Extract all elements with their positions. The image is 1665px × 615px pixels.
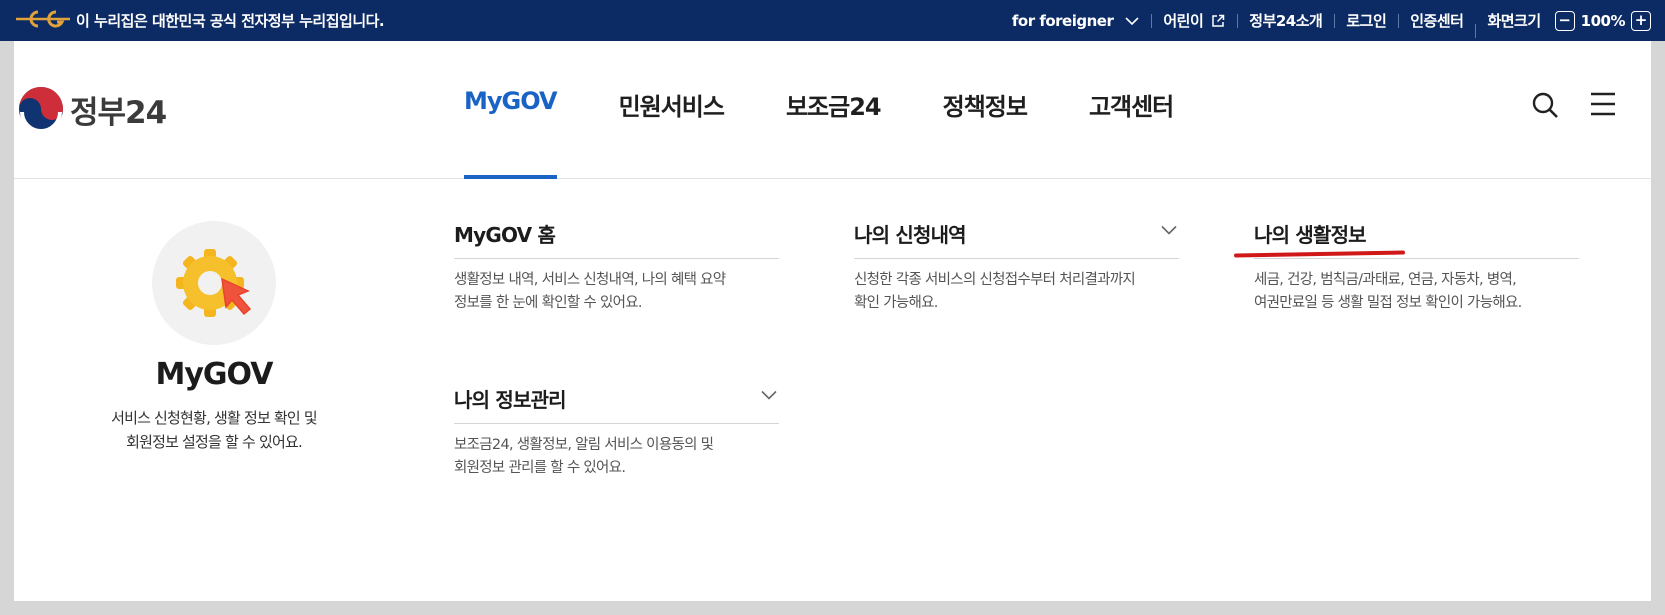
- menu-my-life-info-link[interactable]: 나의 생활정보: [1233, 219, 1579, 259]
- menu-title: MyGOV 홈: [454, 223, 556, 247]
- menu-desc-line: 생활정보 내역, 서비스 신청내역, 나의 혜택 요약: [454, 272, 726, 288]
- zoom-out-button[interactable]: −: [1554, 10, 1575, 31]
- search-icon[interactable]: [1531, 91, 1559, 119]
- mygov-intro: MyGOV 서비스 신청현황, 생활 정보 확인 및 회원정보 설정을 할 수 …: [14, 221, 414, 454]
- hamburger-menu-icon[interactable]: [1589, 91, 1617, 117]
- zoom-control: 화면크기 − 100% +: [1475, 10, 1665, 38]
- gov-banner: 이 누리집은 대한민국 공식 전자정부 누리집입니다. for foreigne…: [0, 0, 1665, 41]
- intro-description: 서비스 신청현황, 생활 정보 확인 및 회원정보 설정을 할 수 있어요.: [14, 406, 414, 454]
- menu-mygov-home: MyGOV 홈 생활정보 내역, 서비스 신청내역, 나의 혜택 요약 정보를 …: [454, 219, 779, 315]
- kids-label: 어린이: [1163, 12, 1204, 30]
- zoom-value: 100%: [1580, 11, 1626, 30]
- menu-desc-line: 정보를 한 눈에 확인할 수 있어요.: [454, 295, 642, 311]
- gear-cursor-icon: [176, 249, 252, 317]
- menu-title: 나의 정보관리: [454, 388, 567, 412]
- menu-desc-line: 신청한 각종 서비스의 신청접수부터 처리결과까지: [854, 272, 1136, 288]
- nav-customer-center[interactable]: 고객센터: [1089, 87, 1174, 178]
- menu-mygov-home-link[interactable]: MyGOV 홈: [454, 219, 779, 259]
- highlight-underline: [1233, 250, 1406, 258]
- utility-menu: for foreigner 어린이 정부24소개 로그인 인증센터 화면크기 −…: [1000, 0, 1665, 41]
- chevron-down-icon: [1125, 16, 1139, 25]
- menu-my-applications-toggle[interactable]: 나의 신청내역: [854, 219, 1179, 259]
- menu-description: 신청한 각종 서비스의 신청접수부터 처리결과까지 확인 가능해요.: [854, 269, 1179, 315]
- intro-desc-line: 서비스 신청현황, 생활 정보 확인 및: [111, 409, 318, 427]
- nav-civil-service[interactable]: 민원서비스: [619, 87, 725, 178]
- menu-title: 나의 생활정보: [1254, 223, 1367, 247]
- nav-mygov[interactable]: MyGOV: [464, 87, 558, 179]
- kids-link[interactable]: 어린이: [1151, 12, 1237, 30]
- gov24-logo[interactable]: 정부24: [18, 86, 167, 132]
- menu-description: 생활정보 내역, 서비스 신청내역, 나의 혜택 요약 정보를 한 눈에 확인할…: [454, 269, 779, 315]
- intro-title: MyGOV: [155, 357, 274, 392]
- main-panel: 정부24 MyGOV 민원서비스 보조금24 정책정보 고객센터 MyGOV 서…: [14, 41, 1651, 601]
- official-site-notice: 이 누리집은 대한민국 공식 전자정부 누리집입니다.: [76, 12, 385, 30]
- taegeuk-emblem-icon: [19, 87, 63, 132]
- mygov-illustration: [152, 221, 276, 345]
- menu-desc-line: 여권만료일 등 생활 밀접 정보 확인이 가능해요.: [1254, 295, 1522, 311]
- login-label: 로그인: [1346, 12, 1387, 30]
- about-gov24-label: 정부24소개: [1249, 12, 1323, 30]
- logo-text: 정부24: [70, 94, 167, 131]
- zoom-label: 화면크기: [1487, 12, 1541, 30]
- cert-center-link[interactable]: 인증센터: [1398, 12, 1475, 30]
- menu-my-info-manage: 나의 정보관리 보조금24, 생활정보, 알림 서비스 이용동의 및 회원정보 …: [454, 384, 779, 480]
- egov-logo-icon: [16, 10, 70, 28]
- for-foreigner-dropdown[interactable]: for foreigner: [1000, 11, 1151, 30]
- menu-description: 보조금24, 생활정보, 알림 서비스 이용동의 및 회원정보 관리를 할 수 …: [454, 434, 779, 480]
- menu-my-life-info: 나의 생활정보 세금, 건강, 범칙금/과태료, 연금, 자동차, 병역, 여권…: [1233, 219, 1579, 315]
- site-header: 정부24 MyGOV 민원서비스 보조금24 정책정보 고객센터: [14, 41, 1651, 179]
- nav-policy-info[interactable]: 정책정보: [943, 87, 1028, 178]
- for-foreigner-label: for foreigner: [1011, 11, 1114, 30]
- menu-desc-line: 회원정보 관리를 할 수 있어요.: [454, 460, 626, 476]
- menu-my-info-manage-toggle[interactable]: 나의 정보관리: [454, 384, 779, 424]
- zoom-in-button[interactable]: +: [1631, 10, 1651, 31]
- nav-subsidy24[interactable]: 보조금24: [786, 87, 882, 178]
- intro-desc-line: 회원정보 설정을 할 수 있어요.: [126, 433, 303, 451]
- login-link[interactable]: 로그인: [1334, 12, 1398, 30]
- header-actions: [1531, 91, 1617, 119]
- external-link-icon: [1212, 14, 1225, 27]
- chevron-down-icon: [761, 390, 777, 400]
- chevron-down-icon: [1161, 225, 1177, 235]
- menu-title: 나의 신청내역: [854, 223, 967, 247]
- menu-description: 세금, 건강, 범칙금/과태료, 연금, 자동차, 병역, 여권만료일 등 생활…: [1254, 269, 1579, 315]
- main-nav: MyGOV 민원서비스 보조금24 정책정보 고객센터: [464, 87, 1235, 179]
- menu-desc-line: 확인 가능해요.: [854, 295, 938, 311]
- menu-desc-line: 세금, 건강, 범칙금/과태료, 연금, 자동차, 병역,: [1254, 272, 1517, 288]
- about-gov24-link[interactable]: 정부24소개: [1237, 12, 1334, 30]
- menu-desc-line: 보조금24, 생활정보, 알림 서비스 이용동의 및: [454, 437, 714, 453]
- cert-center-label: 인증센터: [1410, 12, 1464, 30]
- menu-my-applications: 나의 신청내역 신청한 각종 서비스의 신청접수부터 처리결과까지 확인 가능해…: [854, 219, 1179, 315]
